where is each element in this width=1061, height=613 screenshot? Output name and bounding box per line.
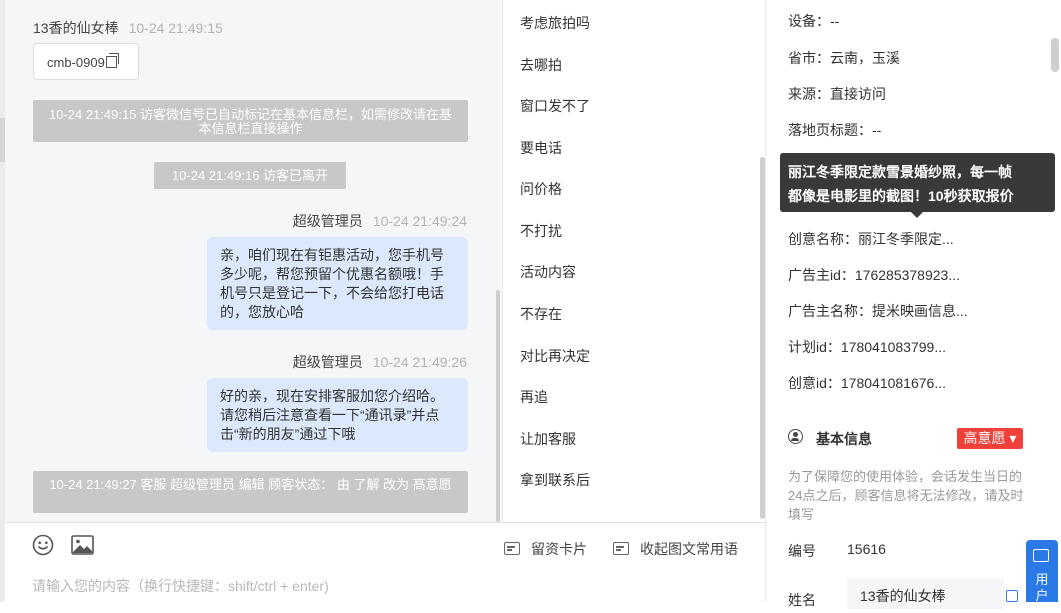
agent-name: 超级管理员 <box>292 354 363 370</box>
visitor-message-header: 13香的仙女棒 10-24 21:49:15 <box>33 18 223 38</box>
info-landing-title: 落地页标题：-- <box>788 122 882 138</box>
lead-card-label: 留资卡片 <box>531 541 587 557</box>
info-source: 来源：直接访问 <box>788 86 886 102</box>
quick-reply-item[interactable]: 不打扰 <box>520 221 562 241</box>
quick-reply-item[interactable]: 不存在 <box>520 304 562 324</box>
basic-info-label: 基本信息 <box>816 431 872 447</box>
copy-icon[interactable] <box>105 53 119 68</box>
message-icon <box>504 542 520 555</box>
info-region: 省市：云南，玉溪 <box>788 50 900 66</box>
agent-message-time: 10-24 21:49:26 <box>372 354 467 370</box>
quick-reply-item[interactable]: 活动内容 <box>520 262 576 282</box>
page-scrollbar[interactable] <box>1051 38 1059 72</box>
chat-scrollbar[interactable] <box>496 290 500 522</box>
edit-icon[interactable] <box>1006 590 1018 602</box>
agent-message-header: 超级管理员 10-24 21:49:24 <box>293 211 467 231</box>
tooltip-arrow <box>911 212 923 218</box>
quick-reply-item[interactable]: 再追 <box>520 387 548 407</box>
system-message: 10-24 21:49:15 访客微信号已自动标记在基本信息栏，如需修改请在基本… <box>33 100 468 142</box>
basic-info-title: 基本信息 <box>788 429 872 449</box>
agent-message-time: 10-24 21:49:24 <box>372 213 467 229</box>
info-creative-name[interactable]: 创意名称：丽江冬季限定... <box>788 229 954 249</box>
customer-name-field[interactable]: 13香的仙女棒 <box>847 579 1004 609</box>
agent-message-bubble: 好的亲，现在安排客服加您介绍哈。请您稍后注意查看一下“通讯录”并点击“新的朋友”… <box>207 378 468 452</box>
collapse-phrases-button[interactable]: 收起图文常用语 <box>613 539 738 559</box>
system-message: 10-24 21:49:27 客服 超级管理员 编辑 顾客状态： 由 了解 改为… <box>33 471 468 513</box>
quick-reply-item[interactable]: 去哪拍 <box>520 55 562 75</box>
quick-reply-item[interactable]: 考虑旅拍吗 <box>520 13 590 33</box>
customer-id-value: 15616 <box>847 541 886 557</box>
quick-reply-item[interactable]: 要电话 <box>520 138 562 158</box>
quick-reply-item[interactable]: 对比再决定 <box>520 346 590 366</box>
agent-message-header: 超级管理员 10-24 21:49:26 <box>293 352 467 372</box>
system-message: 10-24 21:49:16 访客已离开 <box>154 162 346 189</box>
agent-message-bubble: 亲，咱们现在有钜惠活动，您手机号多少呢，帮您预留个优惠名额哦！手机号只是登记一下… <box>207 237 468 330</box>
info-device: 设备：-- <box>788 13 840 29</box>
info-campaign-id: 计划id：178041083799... <box>788 339 946 355</box>
visitor-wechat-card: cmb-0909 <box>33 43 139 80</box>
chat-icon <box>1033 549 1049 562</box>
user-float-label: 用户 <box>1035 572 1049 603</box>
quick-reply-item[interactable]: 拿到联系后 <box>520 470 590 490</box>
visitor-message-time: 10-24 21:49:15 <box>128 20 223 36</box>
user-float-button[interactable]: 用户 <box>1026 540 1058 603</box>
collapse-phrases-label: 收起图文常用语 <box>640 541 738 557</box>
customer-id-label: 编号 <box>788 543 816 559</box>
agent-name: 超级管理员 <box>292 213 363 229</box>
info-advertiser-id: 广告主id：176285378923... <box>788 267 960 283</box>
creative-name-tooltip: 丽江冬季限定款雪景婚纱照，每一帧 都像是电影里的截图！10秒获取报价 <box>780 153 1055 212</box>
quick-reply-item[interactable]: 问价格 <box>520 179 562 199</box>
info-advertiser-name: 广告主名称：提米映画信息... <box>788 303 968 319</box>
image-icon[interactable] <box>71 535 94 555</box>
info-creative-id: 创意id：178041081676... <box>788 375 946 391</box>
customer-name-label: 姓名 <box>788 592 816 608</box>
message-input[interactable] <box>32 576 752 596</box>
tooltip-line: 都像是电影里的截图！10秒获取报价 <box>788 188 1014 204</box>
smiley-icon[interactable] <box>32 534 54 556</box>
intent-status-dropdown[interactable]: 高意愿 ▾ <box>957 428 1023 449</box>
message-icon <box>613 542 629 555</box>
panel-divider <box>765 0 766 602</box>
edit-notice: 为了保障您的使用体验，会话发生当日的24点之后，顾客信息将无法修改，请及时填写 <box>788 469 1024 522</box>
visitor-name: 13香的仙女棒 <box>33 20 119 36</box>
visitor-wechat-id: cmb-0909 <box>47 55 105 70</box>
quick-reply-item[interactable]: 让加客服 <box>520 429 576 449</box>
quick-reply-item[interactable]: 窗口发不了 <box>520 96 590 116</box>
lead-card-button[interactable]: 留资卡片 <box>504 539 587 559</box>
tooltip-line: 丽江冬季限定款雪景婚纱照，每一帧 <box>788 164 1012 180</box>
